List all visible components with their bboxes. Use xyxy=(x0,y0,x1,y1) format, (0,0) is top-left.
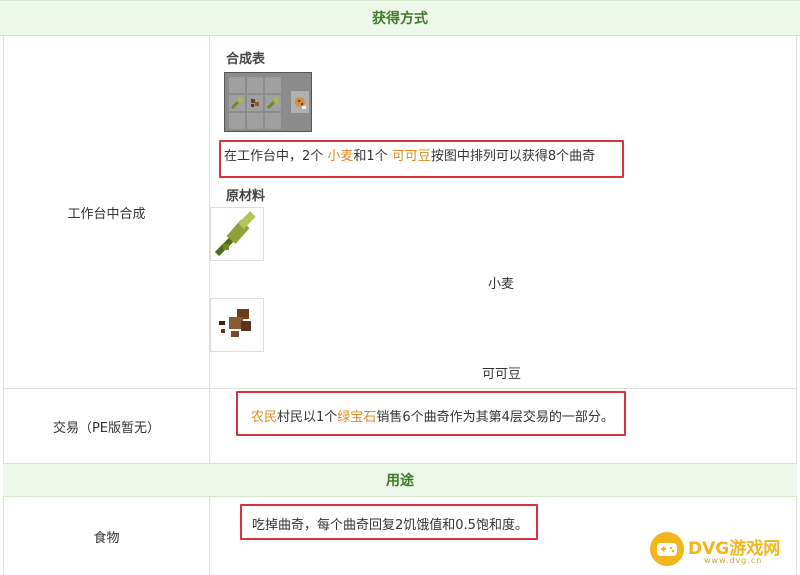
trade-description: 农民村民以1个绿宝石销售6个曲奇作为其第4层交易的一部分。 xyxy=(251,410,614,425)
section-title-acquire: 获得方式 xyxy=(372,11,428,27)
row-label-food: 食物 xyxy=(93,531,120,546)
ingredient-cocoa-link[interactable]: 可可豆 xyxy=(392,149,431,164)
villager-link[interactable]: 农民 xyxy=(251,410,277,425)
food-description: 吃掉曲奇，每个曲奇回复2饥饿值和0.5饱和度。 xyxy=(252,518,528,533)
section-header-use: 用途 xyxy=(3,463,797,497)
cookie-result-icon xyxy=(295,97,306,109)
wheat-slot-icon xyxy=(230,97,243,110)
row-label-crafting: 工作台中合成 xyxy=(67,207,146,222)
column-divider-2 xyxy=(209,497,210,575)
wheat-slot-icon xyxy=(266,97,279,110)
ingredient-wheat-link[interactable]: 小麦 xyxy=(327,149,353,164)
material-cocoa-name: 可可豆 xyxy=(482,367,522,382)
watermark: DVG游戏网 www.dvg.cn xyxy=(648,528,798,572)
crafting-description: 在工作台中，2个 小麦和1个 可可豆按图中排列可以获得8个曲奇 xyxy=(224,149,596,164)
material-cocoa-image[interactable] xyxy=(210,298,264,352)
materials-title: 原材料 xyxy=(226,189,266,204)
wheat-icon xyxy=(214,211,256,257)
crafting-table-title: 合成表 xyxy=(226,52,266,67)
cocoa-slot-icon xyxy=(251,99,259,107)
section-header-acquire: 获得方式 xyxy=(0,0,800,36)
section-title-use: 用途 xyxy=(386,473,414,489)
watermark-url: www.dvg.cn xyxy=(704,556,763,565)
crafting-grid xyxy=(224,72,312,132)
material-wheat-image[interactable] xyxy=(210,207,264,261)
material-wheat-name: 小麦 xyxy=(488,277,515,292)
watermark-logo-icon xyxy=(650,532,684,566)
cocoa-beans-icon xyxy=(219,309,251,337)
emerald-link[interactable]: 绿宝石 xyxy=(337,410,376,425)
row-label-trade: 交易（PE版暂无） xyxy=(52,420,161,436)
